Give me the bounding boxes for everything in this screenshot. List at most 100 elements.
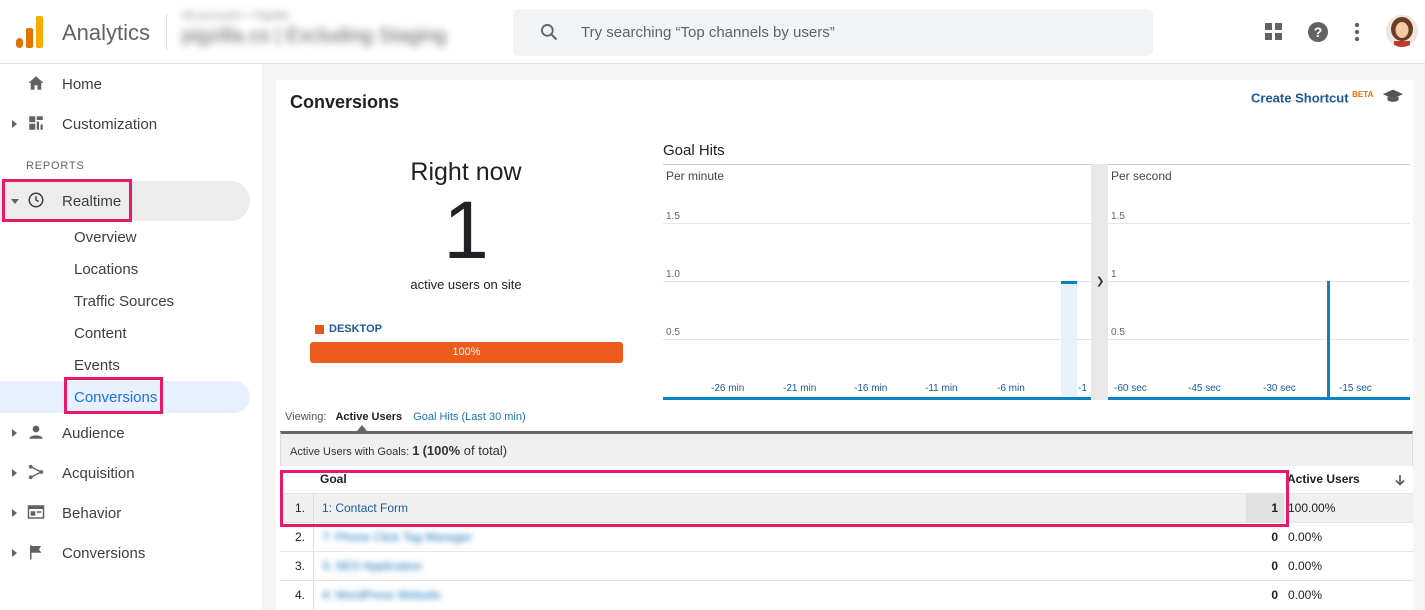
chart-baseline — [1108, 397, 1410, 400]
goal-hit-bar[interactable] — [1327, 281, 1330, 397]
create-shortcut-link[interactable]: Create Shortcut BETA — [1251, 90, 1373, 105]
sidebar-item-label: Home — [62, 76, 103, 93]
row-index: 2. — [280, 523, 314, 552]
table-row[interactable]: 3. 3: SEO Application 0 0.00% — [280, 551, 1413, 581]
sidebar-item-label: Acquisition — [62, 465, 135, 482]
x-tick-label: -30 sec — [1263, 383, 1296, 394]
search-icon — [541, 24, 558, 41]
account-selector[interactable]: All accounts > Pigzilla pigzilla.co | Ex… — [182, 10, 446, 48]
desktop-label: DESKTOP — [329, 323, 382, 335]
y-tick-label: 1 — [1111, 269, 1117, 280]
active-users-pct: 0.00% — [1288, 588, 1323, 602]
row-index: 4. — [280, 581, 314, 609]
search-bar[interactable]: Try searching “Top channels by users” — [513, 9, 1153, 56]
sidebar: Home Customization REPORTS Realtime Over… — [0, 64, 262, 610]
chart-gridline — [1108, 281, 1410, 282]
chart-gridline — [1108, 339, 1410, 340]
sidebar-item-conversions[interactable]: Conversions — [0, 535, 262, 571]
y-tick-label: 1.5 — [1111, 211, 1125, 222]
tab-active-users[interactable]: Active Users — [335, 411, 402, 423]
sidebar-item-audience[interactable]: Audience — [0, 415, 262, 451]
main-content: Conversions Create Shortcut BETA Right n… — [262, 64, 1425, 610]
acquisition-icon — [28, 464, 44, 480]
desktop-share-bar: 100% — [310, 342, 623, 363]
x-tick-label: -26 min — [711, 383, 745, 394]
realtime-highlight — [2, 179, 132, 222]
dashboard-icon — [29, 116, 43, 130]
behavior-icon — [27, 505, 45, 519]
per-second-chart: Per second 1.5 1 0.5 -60 sec -45 sec -30 sec -… — [1108, 164, 1410, 400]
y-tick-label: 0.5 — [1111, 327, 1125, 338]
sidebar-item-label: Conversions — [62, 545, 146, 562]
sidebar-item-label: Customization — [62, 116, 158, 133]
summary-label: Active Users with Goals: — [290, 446, 410, 458]
per-minute-chart: Per minute 1.5 1.0 0.5 -26 min -21 min -16 mi… — [663, 164, 1091, 400]
per-minute-caption: Per minute — [666, 169, 725, 183]
x-tick-label: -16 min — [854, 383, 888, 394]
viewing-label: Viewing: — [285, 411, 327, 423]
sidebar-item-home[interactable]: Home — [0, 66, 262, 102]
x-tick-label: -1 — [1078, 383, 1087, 394]
y-tick-label: 1.5 — [666, 211, 680, 222]
x-tick-label: -21 min — [783, 383, 817, 394]
header-divider — [166, 14, 167, 50]
sidebar-item-customization[interactable]: Customization — [0, 106, 262, 142]
active-users-column-header[interactable]: Active Users — [1287, 466, 1360, 493]
graduation-cap-icon[interactable] — [1382, 88, 1404, 104]
x-tick-label: -60 sec — [1114, 383, 1147, 394]
table-row[interactable]: 4. 4: WordPress Website 0 0.00% — [280, 580, 1413, 609]
chart-gridline — [663, 339, 1091, 340]
analytics-logo-icon[interactable] — [16, 16, 46, 48]
property-name: pigzilla.co | Excluding Staging — [182, 25, 447, 47]
account-path: All accounts > Pigzilla — [182, 10, 289, 22]
y-tick-label: 0.5 — [666, 327, 680, 338]
summary-pct: 100% — [426, 443, 461, 458]
help-icon[interactable]: ? — [1306, 20, 1330, 44]
goal-hits-title: Goal Hits — [663, 142, 725, 159]
apps-grid-icon[interactable] — [1262, 20, 1286, 44]
chart-baseline — [663, 397, 1091, 400]
y-tick-label: 1.0 — [666, 269, 680, 280]
tab-goal-hits[interactable]: Goal Hits (Last 30 min) — [413, 411, 525, 423]
sidebar-subitem-content[interactable]: Content — [74, 325, 127, 342]
goal-link[interactable]: 7: Phone Click Tag Manager — [322, 523, 473, 552]
summary-pct-rest: of total) — [460, 443, 508, 458]
goal-link[interactable]: 4: WordPress Website — [322, 581, 441, 609]
goal-link[interactable]: 3: SEO Application — [322, 552, 422, 581]
sidebar-subitem-overview[interactable]: Overview — [74, 229, 137, 246]
right-now-title: Right now — [410, 158, 522, 186]
chart-gridline — [663, 223, 1091, 224]
expand-caret-icon — [12, 549, 17, 557]
sidebar-item-behavior[interactable]: Behavior — [0, 495, 262, 531]
sidebar-subitem-events[interactable]: Events — [74, 357, 120, 374]
goal-row-highlight — [280, 470, 1289, 527]
app-name: Analytics — [62, 20, 151, 45]
more-vert-icon[interactable] — [1345, 20, 1369, 44]
active-users-caption: active users on site — [410, 277, 522, 292]
expand-caret-icon — [12, 429, 17, 437]
top-bar: Analytics All accounts > Pigzilla pigzil… — [0, 0, 1425, 64]
active-users-count: 0 — [1271, 559, 1278, 573]
expand-caret-icon — [12, 120, 17, 128]
active-users-pct: 100.00% — [1288, 501, 1336, 515]
goals-summary: Active Users with Goals: 1 (100% of tota… — [280, 431, 1413, 466]
active-users-pct: 0.00% — [1288, 559, 1323, 573]
reports-section-label: REPORTS — [26, 160, 85, 172]
active-users-count: 0 — [1271, 588, 1278, 602]
row-index: 3. — [280, 552, 314, 581]
sort-descending-icon[interactable] — [1394, 474, 1406, 486]
user-avatar[interactable] — [1386, 15, 1418, 47]
goal-hit-bar[interactable] — [1061, 281, 1077, 397]
viewing-tabs: Viewing: Active Users Goal Hits (Last 30… — [285, 411, 526, 423]
sidebar-subitem-locations[interactable]: Locations — [74, 261, 138, 278]
desktop-legend-swatch — [315, 325, 324, 334]
sidebar-item-acquisition[interactable]: Acquisition — [0, 455, 262, 491]
chart-expand-toggle[interactable]: ❯ — [1091, 164, 1108, 400]
sidebar-subitem-traffic-sources[interactable]: Traffic Sources — [74, 293, 174, 310]
chart-gridline — [663, 281, 1091, 282]
per-second-caption: Per second — [1111, 169, 1172, 183]
sidebar-item-label: Audience — [62, 425, 125, 442]
home-icon — [28, 76, 44, 90]
active-users-count: 0 — [1271, 530, 1278, 544]
active-users-count: 1 — [443, 185, 489, 276]
